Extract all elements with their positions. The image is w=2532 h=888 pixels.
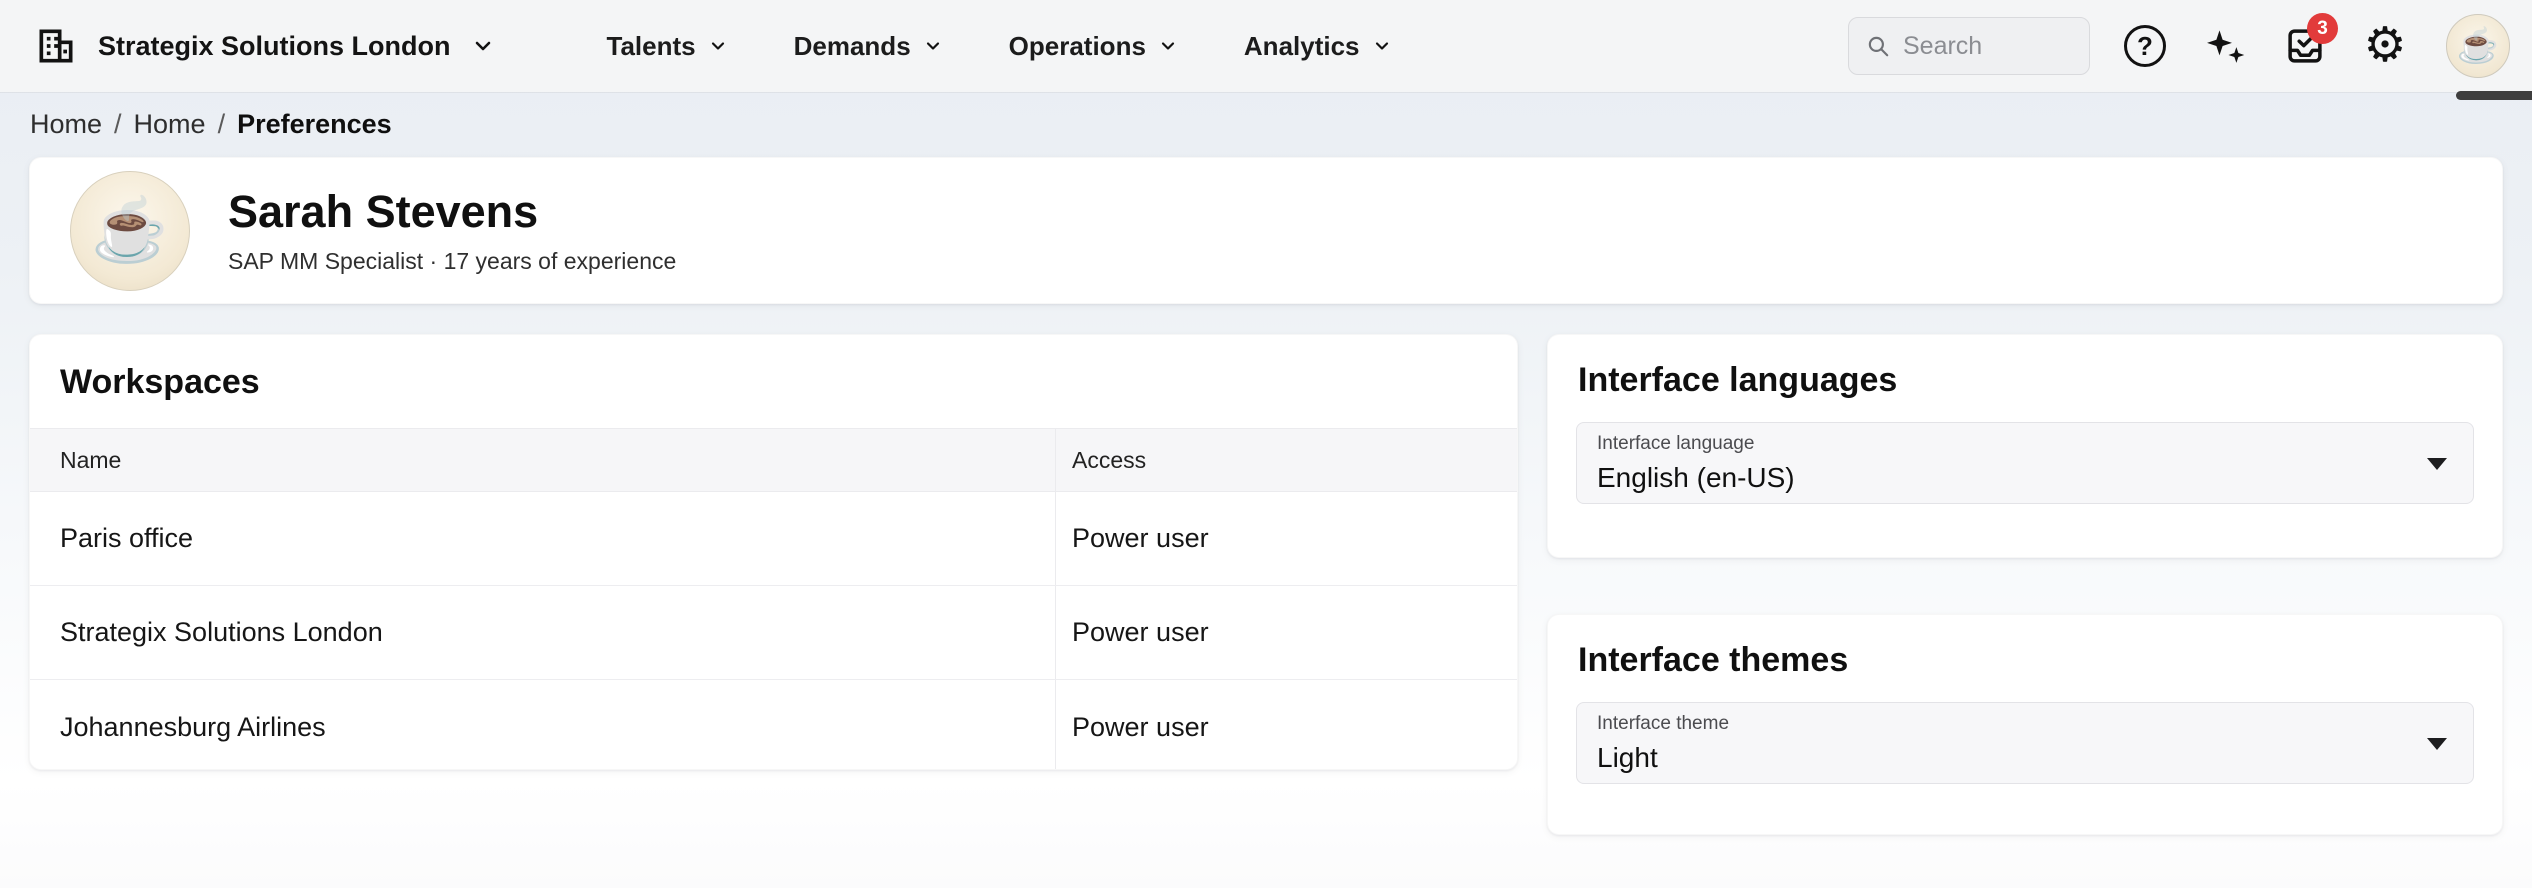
- chevron-down-icon: [1158, 36, 1178, 56]
- breadcrumb-current: Preferences: [237, 108, 392, 139]
- workspaces-card: Workspaces Name Access Paris office Powe…: [29, 334, 1518, 770]
- topbar: Strategix Solutions London Talents Deman…: [0, 0, 2532, 92]
- nav-label: Analytics: [1243, 30, 1360, 61]
- workspace-name-cell: Johannesburg Airlines: [30, 680, 1057, 769]
- workspace-access-cell: Power user: [1072, 617, 1209, 647]
- breadcrumb: Home / Home / Preferences: [30, 96, 392, 152]
- nav-item-operations[interactable]: Operations: [1009, 31, 1178, 62]
- chevron-down-icon: [1372, 36, 1392, 56]
- select-label: Interface theme: [1597, 712, 1730, 734]
- notification-badge: 3: [2307, 13, 2338, 44]
- select-label: Interface language: [1597, 432, 1755, 454]
- breadcrumb-separator: /: [217, 108, 226, 139]
- table-header-row: Name Access: [30, 428, 1517, 492]
- building-icon: [34, 24, 78, 68]
- nav-label: Talents: [606, 30, 696, 61]
- nav-item-demands[interactable]: Demands: [794, 31, 943, 62]
- select-value: English (en-US): [1597, 461, 1795, 493]
- profile-subtitle: SAP MM Specialist · 17 years of experien…: [228, 248, 677, 274]
- workspaces-title: Workspaces: [60, 363, 260, 401]
- nav-item-talents[interactable]: Talents: [607, 31, 728, 62]
- inbox-button[interactable]: 3: [2280, 13, 2338, 71]
- user-avatar[interactable]: ☕: [2446, 14, 2510, 78]
- breadcrumb-home-1[interactable]: Home: [30, 109, 102, 140]
- search-box: [1848, 17, 2090, 75]
- workspaces-table: Name Access Paris office Power user Stra…: [30, 428, 1517, 769]
- search-input[interactable]: [1903, 31, 2053, 61]
- settings-button[interactable]: ⚙: [2360, 21, 2410, 71]
- chevron-down-icon: [471, 34, 495, 58]
- breadcrumb-home-2[interactable]: Home: [134, 109, 206, 140]
- chevron-down-icon: [923, 36, 943, 56]
- coffee-cup-icon: ☕: [2456, 27, 2500, 65]
- question-mark-icon: ?: [2124, 25, 2166, 67]
- profile-card: ☕ Sarah Stevens SAP MM Specialist · 17 y…: [29, 157, 2503, 304]
- interface-themes-title: Interface themes: [1578, 641, 1849, 679]
- gear-icon: ⚙: [2363, 19, 2407, 72]
- profile-name: Sarah Stevens: [228, 186, 539, 237]
- nav-item-analytics[interactable]: Analytics: [1244, 31, 1392, 62]
- breadcrumb-separator: /: [114, 108, 122, 139]
- topbar-actions: ? 3 ⚙ ☕: [1848, 13, 2516, 78]
- caret-down-icon: [2427, 458, 2447, 470]
- sparkles-icon: [2203, 24, 2247, 68]
- workspace-name-cell: Strategix Solutions London: [30, 586, 1057, 679]
- workspace-switcher[interactable]: Strategix Solutions London: [34, 24, 495, 68]
- profile-avatar: ☕: [70, 170, 190, 291]
- workspace-name-cell: Paris office: [30, 492, 1057, 585]
- interface-languages-card: Interface languages Interface language E…: [1547, 334, 2503, 558]
- coffee-cup-icon: ☕: [91, 196, 169, 265]
- select-value: Light: [1597, 741, 1658, 773]
- column-header-access: Access: [1072, 446, 1147, 473]
- workspace-access-cell: Power user: [1072, 711, 1209, 742]
- main-nav: Talents Demands Operations Analytics: [607, 31, 1392, 62]
- interface-languages-title: Interface languages: [1578, 361, 1898, 399]
- search-icon: [1865, 33, 1891, 59]
- caret-down-icon: [2427, 738, 2447, 750]
- workspace-access-cell: Power user: [1072, 523, 1209, 553]
- help-button[interactable]: ?: [2120, 21, 2170, 71]
- profile-info: Sarah Stevens SAP MM Specialist · 17 yea…: [228, 186, 676, 275]
- interface-language-select[interactable]: Interface language English (en-US): [1576, 422, 2474, 504]
- nav-label: Demands: [793, 30, 911, 61]
- table-row: Strategix Solutions London Power user: [30, 586, 1517, 680]
- scrollbar-thumb[interactable]: [2456, 91, 2532, 100]
- chevron-down-icon: [708, 36, 728, 56]
- workspace-name: Strategix Solutions London: [98, 30, 451, 61]
- table-row: Paris office Power user: [30, 492, 1517, 586]
- column-header-name: Name: [30, 429, 1057, 491]
- table-row: Johannesburg Airlines Power user: [30, 680, 1517, 769]
- nav-label: Operations: [1008, 30, 1146, 61]
- interface-themes-card: Interface themes Interface theme Light: [1547, 614, 2503, 835]
- interface-theme-select[interactable]: Interface theme Light: [1576, 702, 2474, 784]
- ai-assistant-button[interactable]: [2200, 21, 2250, 71]
